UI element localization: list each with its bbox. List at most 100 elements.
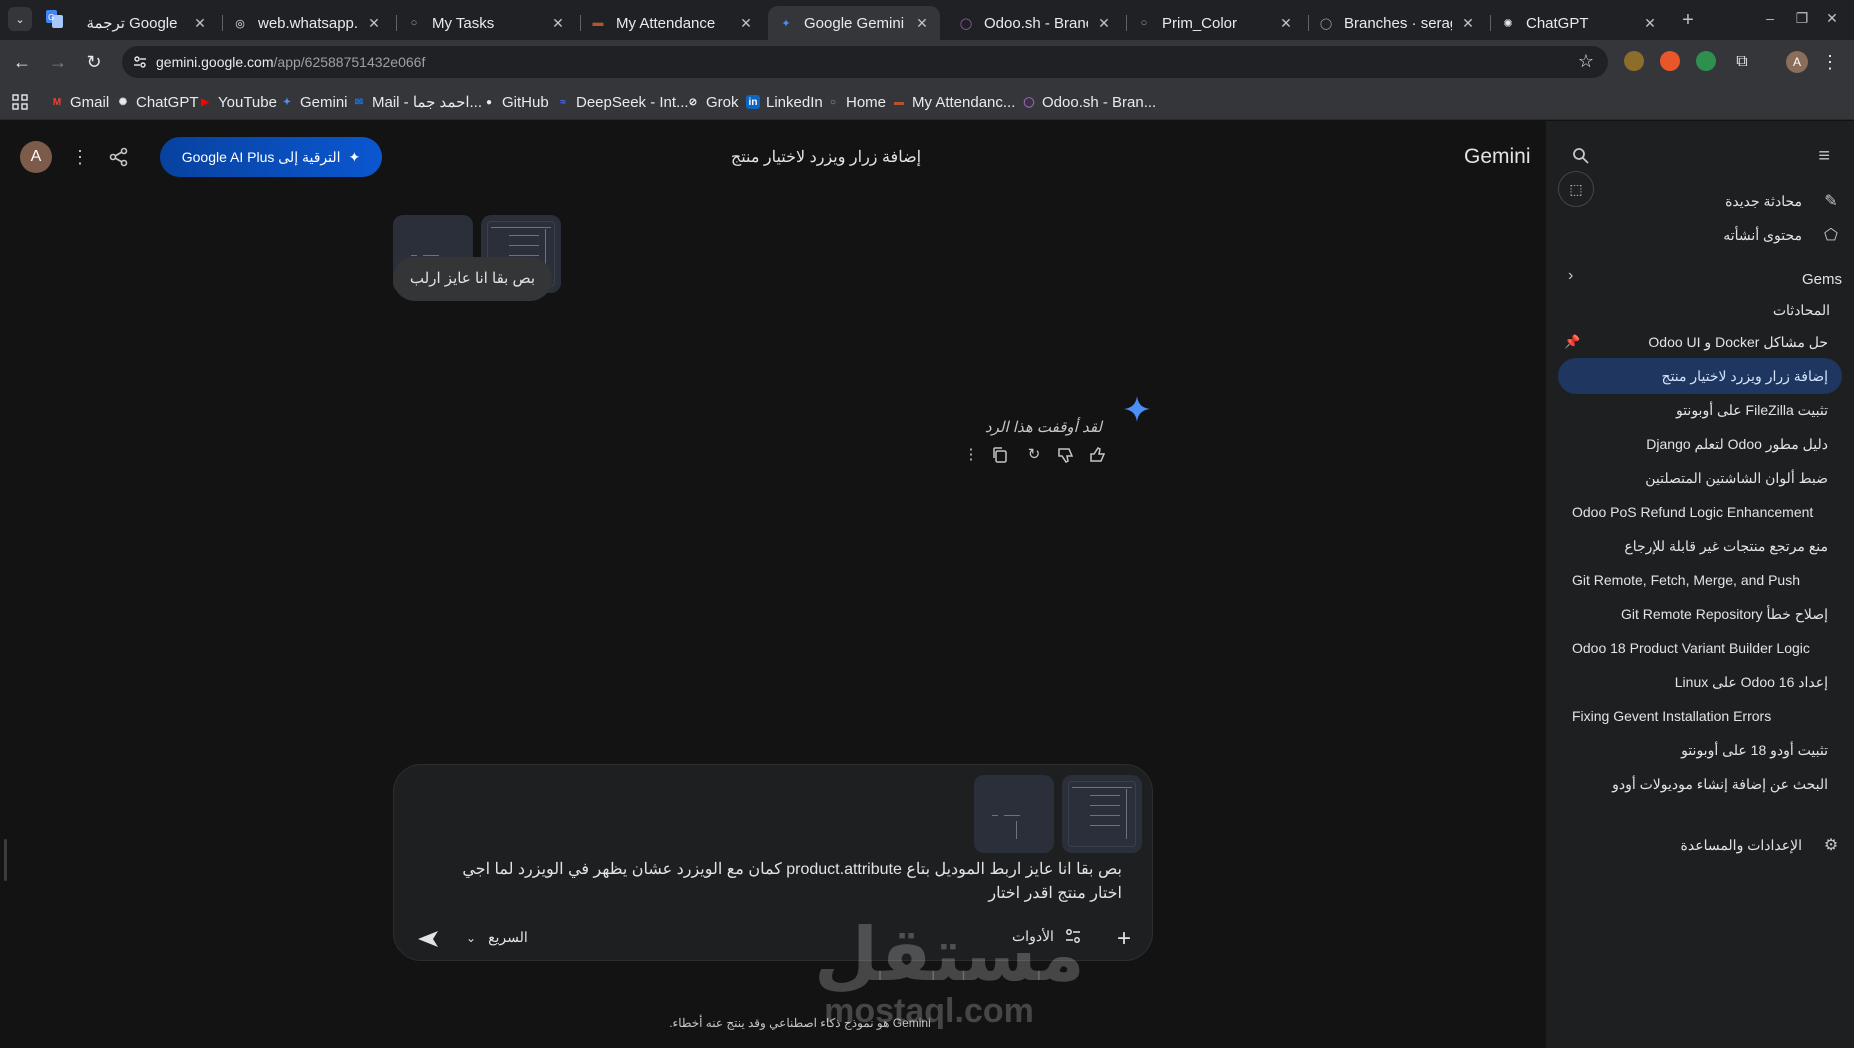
model-label: السريع xyxy=(488,929,528,945)
tab-close-icon[interactable]: ✕ xyxy=(1278,15,1294,32)
settings-help-button[interactable]: الإعدادات والمساعدة ⚙ xyxy=(1681,827,1842,863)
share-icon[interactable] xyxy=(108,146,130,168)
url-text: gemini.google.com/app/62588751432e066f xyxy=(156,54,425,70)
pin-icon[interactable]: 📌 xyxy=(1564,324,1580,360)
prompt-composer[interactable]: بص بقا انا عايز اربط الموديل بتاع produc… xyxy=(393,764,1153,961)
tab-close-icon[interactable]: ✕ xyxy=(366,15,382,32)
extensions-puzzle-icon[interactable]: ⧉ xyxy=(1730,50,1754,74)
browser-menu-icon[interactable]: ⋮ xyxy=(1818,50,1842,74)
browser-tab[interactable]: ◯ Odoo.sh - Branc ✕ xyxy=(948,6,1122,40)
tab-title: My Attendance xyxy=(616,14,716,32)
tab-close-icon[interactable]: ✕ xyxy=(192,15,208,32)
gear-icon: ⚙ xyxy=(1823,837,1839,854)
bookmark-item[interactable]: ≈ DeepSeek - Int... xyxy=(556,92,688,112)
conversation-item[interactable]: ضبط ألوان الشاشتين المتصلتين xyxy=(1558,460,1842,496)
bookmark-item[interactable]: ▶ YouTube xyxy=(198,92,277,112)
apps-grid-icon[interactable] xyxy=(12,94,28,110)
conversation-item[interactable]: Odoo PoS Refund Logic Enhancement xyxy=(1558,494,1842,530)
browser-tab[interactable]: ○ Prim_Color ✕ xyxy=(1126,6,1304,40)
edit-icon: ✎ xyxy=(1824,193,1838,210)
bookmark-item[interactable]: ◯ Odoo.sh - Bran... xyxy=(1022,92,1156,112)
bookmark-item[interactable]: ✺ ChatGPT xyxy=(116,92,199,112)
browser-tab[interactable]: ✺ ChatGPT ✕ xyxy=(1490,6,1668,40)
bookmark-item[interactable]: ● GitHub xyxy=(482,92,549,112)
new-chat-button[interactable]: محادثة جديدة ✎ xyxy=(1725,183,1842,219)
browser-tab[interactable]: ◯ Branches · serag ✕ xyxy=(1308,6,1486,40)
bookmark-item[interactable]: ⊘ Grok xyxy=(686,92,739,112)
bookmark-item[interactable]: in LinkedIn xyxy=(746,92,823,112)
gems-section[interactable]: Gems xyxy=(1802,261,1842,297)
bookmark-item[interactable]: ○ Home xyxy=(826,92,886,112)
search-icon[interactable] xyxy=(1572,147,1590,165)
reload-button[interactable]: ↻ xyxy=(82,50,106,74)
tab-close-icon[interactable]: ✕ xyxy=(550,15,566,32)
bookmark-item[interactable]: ✉ Mail - احمد جما... xyxy=(352,92,482,112)
model-selector[interactable]: السريع ⌄ xyxy=(466,929,528,946)
extension-icon-3[interactable] xyxy=(1696,51,1716,71)
bookmark-item[interactable]: ✦ Gemini xyxy=(280,92,348,112)
bookmark-item[interactable]: M Gmail xyxy=(50,92,109,112)
copy-icon[interactable] xyxy=(991,446,1009,464)
more-options-icon[interactable]: ⋮ xyxy=(66,143,94,171)
thumbs-up-icon[interactable] xyxy=(1089,446,1107,464)
conversation-item[interactable]: حل مشاكل Docker و Odoo UI 📌 xyxy=(1558,324,1842,360)
gemini-logo[interactable]: Gemini xyxy=(1464,145,1531,169)
tab-close-icon[interactable]: ✕ xyxy=(738,15,754,32)
conversation-item[interactable]: إعداد Odoo 16 على Linux xyxy=(1558,664,1842,700)
github-icon: ◯ xyxy=(1319,17,1333,30)
hamburger-menu-icon[interactable]: ≡ xyxy=(1818,145,1830,168)
conversation-item[interactable]: البحث عن إضافة إنشاء موديولات أودو xyxy=(1558,766,1842,802)
tab-search-button[interactable]: ⌄ xyxy=(8,7,32,31)
conversation-item[interactable]: تثبيت FileZilla على أوبونتو xyxy=(1558,392,1842,428)
tab-close-icon[interactable]: ✕ xyxy=(1642,15,1658,32)
gmail-icon: M xyxy=(52,96,62,108)
browser-tab[interactable]: ✦ Google Gemini ✕ xyxy=(768,6,940,40)
tab-close-icon[interactable]: ✕ xyxy=(1096,15,1112,32)
tab-close-icon[interactable]: ✕ xyxy=(914,15,930,32)
thumbs-down-icon[interactable] xyxy=(1057,446,1075,464)
my-content-button[interactable]: محتوى أنشأته ⬠ xyxy=(1723,217,1842,253)
send-icon[interactable] xyxy=(414,925,442,953)
conversation-item[interactable]: إصلاح خطأ Git Remote Repository xyxy=(1558,596,1842,632)
conversation-item[interactable]: إضافة زرار ويزرد لاختيار منتج xyxy=(1558,358,1842,394)
restore-icon[interactable]: ❐ xyxy=(1792,10,1812,27)
tools-button[interactable]: الأدوات xyxy=(1012,927,1082,945)
tab-close-icon[interactable]: ✕ xyxy=(1460,15,1476,32)
conversation-title: إعداد Odoo 16 على Linux xyxy=(1674,674,1828,690)
back-button[interactable]: ← xyxy=(10,50,34,74)
attached-image-thumbnail[interactable] xyxy=(1062,775,1142,853)
browser-tab[interactable]: Google ترجمة ✕ xyxy=(70,6,218,40)
bookmark-star-icon[interactable]: ☆ xyxy=(1578,51,1594,72)
browser-profile-avatar[interactable]: A xyxy=(1786,51,1808,73)
more-actions-icon[interactable]: ⋮ xyxy=(959,443,983,467)
site-info-icon[interactable] xyxy=(132,54,148,70)
prompt-input[interactable]: بص بقا انا عايز اربط الموديل بتاع produc… xyxy=(454,858,1122,906)
temporary-chat-icon[interactable]: ⬚ xyxy=(1558,171,1594,207)
close-window-icon[interactable]: ✕ xyxy=(1822,10,1842,27)
scroll-indicator xyxy=(4,839,7,881)
conversation-item[interactable]: Fixing Gevent Installation Errors xyxy=(1558,698,1842,734)
upgrade-button[interactable]: ✦ الترقية إلى Google AI Plus xyxy=(160,137,382,177)
conversation-item[interactable]: Odoo 18 Product Variant Builder Logic xyxy=(1558,630,1842,666)
browser-tab[interactable]: ◎ web.whatsapp.c ✕ xyxy=(222,6,392,40)
conversation-item[interactable]: تثبيت أودو 18 على أوبونتو xyxy=(1558,732,1842,768)
address-bar[interactable]: gemini.google.com/app/62588751432e066f ☆ xyxy=(122,46,1608,78)
regenerate-icon[interactable]: ↻ xyxy=(1022,443,1046,467)
bookmark-item[interactable]: ▬ My Attendanc... xyxy=(892,92,1015,112)
browser-tab[interactable]: ○ My Tasks ✕ xyxy=(396,6,576,40)
add-attachment-icon[interactable]: + xyxy=(1110,925,1138,953)
minimize-icon[interactable]: – xyxy=(1760,10,1780,26)
conversation-item[interactable]: Git Remote, Fetch, Merge, and Push xyxy=(1558,562,1842,598)
tab-title: web.whatsapp.c xyxy=(258,14,358,32)
extension-icon-1[interactable] xyxy=(1624,51,1644,71)
conversation-item[interactable]: دليل مطور Odoo لتعلم Django xyxy=(1558,426,1842,462)
account-avatar[interactable]: A xyxy=(20,141,52,173)
forward-button[interactable]: → xyxy=(46,50,70,74)
conversation-item[interactable]: منع مرتجع منتجات غير قابلة للإرجاع xyxy=(1558,528,1842,564)
gemini-spark-icon xyxy=(1124,396,1150,422)
new-tab-button[interactable]: + xyxy=(1676,8,1700,32)
chevron-right-icon[interactable]: › xyxy=(1568,267,1573,285)
browser-tab[interactable]: ▬ My Attendance ✕ xyxy=(580,6,764,40)
extension-icon-2[interactable] xyxy=(1660,51,1680,71)
attached-image-thumbnail[interactable] xyxy=(974,775,1054,853)
